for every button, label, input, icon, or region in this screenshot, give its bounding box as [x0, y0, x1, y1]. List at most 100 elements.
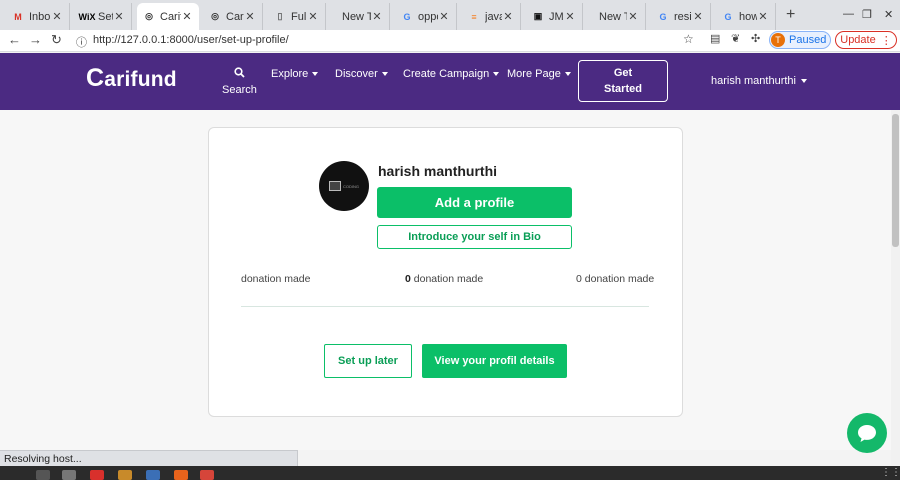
close-tab-icon[interactable]: ✕ [307, 10, 319, 23]
get-started-button[interactable]: Get Started [578, 60, 668, 102]
scrollbar-thumb[interactable] [892, 114, 899, 247]
close-tab-icon[interactable]: ✕ [502, 10, 514, 23]
update-button[interactable]: Update ⋮ [835, 31, 897, 49]
puzzle-icon[interactable]: ✣ [751, 32, 760, 45]
reload-icon[interactable]: ↻ [51, 32, 62, 48]
back-icon[interactable]: ← [8, 32, 21, 47]
tab-label: Inbo [29, 10, 51, 23]
app-icon-orange-2[interactable] [174, 470, 188, 480]
google-icon: G [724, 11, 732, 22]
profile-avatar: T [771, 33, 785, 47]
app-icon-orange[interactable] [118, 470, 132, 480]
browser-tab[interactable]: Goppo✕ [395, 3, 457, 30]
close-tab-icon[interactable]: ✕ [438, 10, 450, 23]
nav-create-campaign[interactable]: Create Campaign [403, 68, 500, 80]
tab-label: oppo [418, 10, 438, 23]
nav-discover[interactable]: Discover [335, 68, 388, 80]
close-tab-icon[interactable]: ✕ [564, 10, 576, 23]
add-profile-button[interactable]: Add a profile [377, 187, 572, 218]
stat-donations-3: 0 donation made [576, 273, 655, 285]
chat-bubble-icon[interactable] [847, 413, 887, 453]
profile-name: harish manthurthi [378, 163, 498, 179]
view-profile-details-button[interactable]: View your profil details [422, 344, 567, 378]
tab-label: Set u [98, 10, 113, 23]
profile-setup-card: CODING harish manthurthi Add a profile I… [208, 127, 683, 417]
chevron-down-icon [312, 72, 319, 76]
address-bar[interactable]: http://127.0.0.1:8000/user/set-up-profil… [93, 34, 289, 46]
browser-tab[interactable]: New Tab✕ [331, 3, 390, 30]
close-tab-icon[interactable]: ✕ [113, 10, 125, 23]
close-tab-icon[interactable]: ✕ [692, 10, 704, 23]
browser-tab[interactable]: M Inbo ✕ [6, 3, 70, 30]
browser-tab[interactable]: Ghow✕ [716, 3, 776, 30]
chevron-down-icon [801, 79, 807, 83]
profile-paused-button[interactable]: T Paused [769, 31, 831, 49]
wix-icon: WiX [78, 11, 96, 22]
paused-label: Paused [789, 34, 827, 46]
page-scrollbar[interactable] [891, 110, 900, 465]
browser-tab[interactable]: WiXSet u✕ [75, 3, 132, 30]
close-tab-icon[interactable]: ✕ [371, 10, 383, 23]
chevron-down-icon [381, 72, 388, 76]
extension-icon[interactable]: ▤ [710, 32, 720, 45]
info-icon[interactable]: ⓘ [76, 34, 87, 50]
close-tab-icon[interactable]: ✕ [181, 10, 193, 23]
browser-toolbar: ← → ↻ ⓘ http://127.0.0.1:8000/user/set-u… [0, 30, 900, 52]
browser-tab[interactable]: ◎ Carif✕ [137, 3, 199, 30]
tab-label: Carif [226, 10, 244, 23]
extension-icon-2[interactable]: ❦ [731, 32, 740, 45]
chrome-icon[interactable] [200, 470, 214, 480]
forward-icon[interactable]: → [29, 32, 42, 47]
close-window-icon[interactable]: ✕ [884, 8, 893, 21]
nav-more-page[interactable]: More Page [507, 68, 571, 80]
browser-tab[interactable]: New Tab✕ [588, 3, 646, 30]
avatar[interactable]: CODING [319, 161, 369, 211]
set-up-later-button[interactable]: Set up later [324, 344, 412, 378]
nav-explore[interactable]: Explore [271, 68, 319, 80]
tab-label: New Tab [599, 10, 627, 23]
close-tab-icon[interactable]: ✕ [51, 10, 63, 23]
minimize-icon[interactable]: — [843, 8, 854, 20]
browser-tab[interactable]: ▣ JMD✕ [526, 3, 583, 30]
new-tab-button[interactable]: + [786, 6, 795, 24]
divider [241, 306, 649, 307]
more-menu-icon: ⋮ [880, 34, 892, 47]
bookmark-star-icon[interactable]: ☆ [683, 32, 694, 46]
os-taskbar [0, 466, 900, 480]
tab-label: Carif [160, 10, 181, 23]
tab-label: New Tab [342, 10, 371, 23]
close-tab-icon[interactable]: ✕ [627, 10, 639, 23]
restore-icon[interactable]: ❐ [862, 8, 872, 21]
terminal-icon[interactable] [62, 470, 76, 480]
tab-label: JMD [549, 10, 564, 23]
chevron-down-icon [493, 72, 500, 76]
search-label: Search [222, 84, 257, 96]
introduce-bio-button[interactable]: Introduce your self in Bio [377, 225, 572, 249]
close-tab-icon[interactable]: ✕ [244, 10, 256, 23]
close-tab-icon[interactable]: ✕ [757, 10, 769, 23]
gmail-icon: M [14, 11, 22, 22]
browser-tab[interactable]: ▯ Full S✕ [268, 3, 326, 30]
globe-icon: ◎ [211, 11, 219, 21]
chevron-down-icon [564, 72, 571, 76]
browser-tab[interactable]: Gresig✕ [651, 3, 711, 30]
user-menu[interactable]: harish manthurthi [711, 75, 807, 87]
tab-label: javas [485, 10, 502, 23]
apps-grid-icon[interactable]: ⋮⋮ [881, 467, 900, 478]
browser-tab[interactable]: ◎ Carif✕ [203, 3, 263, 30]
browser-tab[interactable]: ≡ javas✕ [462, 3, 521, 30]
globe-icon: ◎ [145, 11, 153, 21]
app-icon-blue[interactable] [146, 470, 160, 480]
jmd-icon: ▣ [533, 11, 543, 21]
carifund-logo[interactable]: Carifund [86, 64, 177, 93]
nav-search[interactable]: Search [222, 67, 257, 96]
stat-donations-1: donation made [241, 273, 311, 285]
search-icon [222, 67, 257, 81]
browser-tab-strip: MInbo✕WiXSet u✕◎Carif✕◎Carif✕▯Full S✕New… [0, 0, 900, 30]
app-icon[interactable] [36, 470, 50, 480]
chart-icon: ▯ [277, 11, 283, 21]
app-icon-red[interactable] [90, 470, 104, 480]
google-icon: G [659, 11, 667, 22]
site-navbar: Carifund Search Explore Discover Create … [0, 53, 900, 110]
status-bar: Resolving host... [0, 450, 298, 466]
